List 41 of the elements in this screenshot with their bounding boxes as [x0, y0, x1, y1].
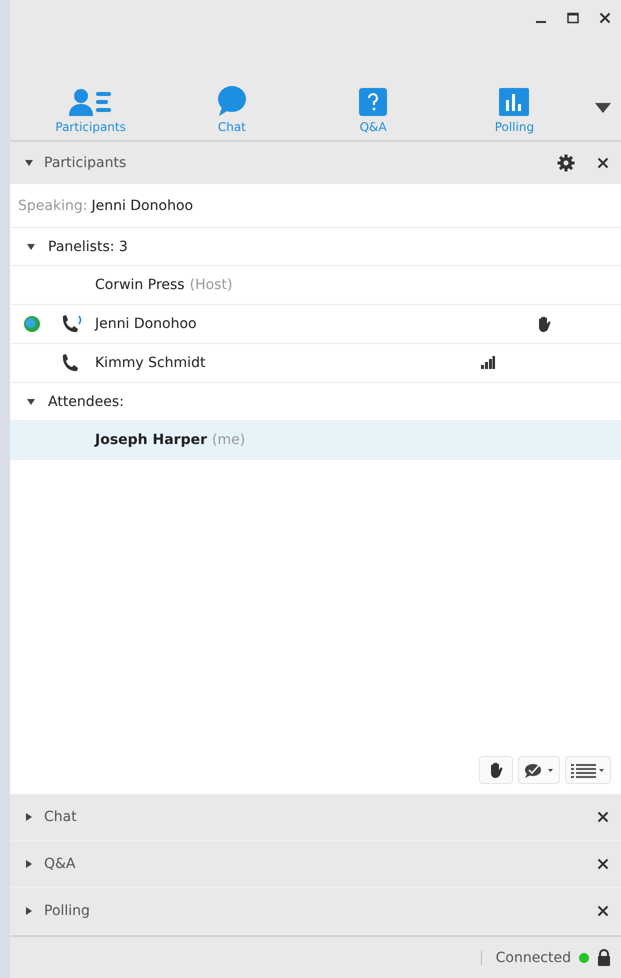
panel-title: Participants	[44, 155, 126, 171]
lock-icon	[597, 949, 611, 966]
participant-row[interactable]: Joseph Harper (me)	[10, 421, 621, 460]
connection-status: Connected	[496, 950, 571, 966]
group-title: Attendees:	[48, 394, 124, 410]
raise-hand-button[interactable]	[479, 756, 513, 784]
bar-chart-icon	[498, 87, 530, 117]
participant-row[interactable]: Jenni Donohoo	[10, 305, 621, 344]
hand-icon	[489, 762, 503, 778]
feedback-button[interactable]	[518, 756, 560, 784]
collapse-caret-icon[interactable]	[26, 396, 36, 406]
list-icon	[571, 762, 605, 778]
close-icon[interactable]	[597, 811, 609, 823]
dropdown-caret-icon[interactable]	[595, 102, 611, 114]
collapse-caret-icon[interactable]	[24, 158, 34, 168]
participant-row[interactable]: Kimmy Schmidt	[10, 344, 621, 383]
speech-bubble-icon	[216, 85, 248, 117]
close-icon[interactable]	[597, 905, 609, 917]
close-icon[interactable]	[599, 12, 611, 24]
panel-title: Q&A	[44, 856, 76, 872]
person-list-icon	[68, 87, 114, 117]
speaking-label: Speaking:	[18, 198, 88, 214]
check-bubble-icon	[524, 762, 554, 778]
panel-title: Chat	[44, 809, 77, 825]
speaker-name: Jenni Donohoo	[91, 198, 194, 214]
participant-role: (Host)	[190, 277, 232, 293]
close-icon[interactable]	[597, 157, 609, 169]
participant-name: Joseph Harper	[95, 432, 208, 448]
participant-name: Corwin Press	[95, 277, 185, 293]
group-title: Panelists: 3	[48, 238, 128, 254]
participant-name: Kimmy Schmidt	[95, 355, 206, 371]
close-icon[interactable]	[597, 858, 609, 870]
list-menu-button[interactable]	[565, 756, 611, 784]
panel-title: Polling	[44, 903, 90, 919]
participant-name: Jenni Donohoo	[95, 316, 197, 332]
collapse-caret-icon[interactable]	[26, 242, 36, 252]
participant-row[interactable]: Corwin Press (Host)	[10, 266, 621, 305]
settings-icon[interactable]	[557, 154, 575, 172]
maximize-icon[interactable]	[567, 12, 579, 24]
question-icon	[358, 87, 388, 117]
participant-role: (me)	[212, 432, 246, 448]
